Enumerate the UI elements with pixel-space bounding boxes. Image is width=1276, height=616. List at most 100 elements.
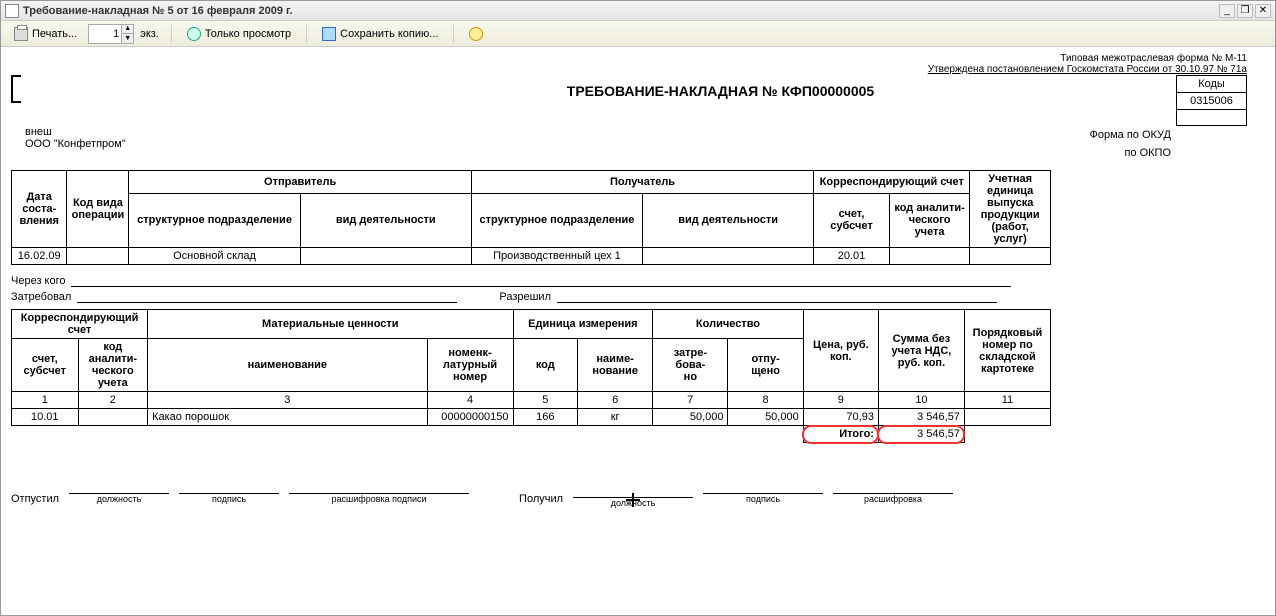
okpo-label: по ОКПО [1090,144,1172,162]
allowed-line [557,302,997,303]
cell-opcode [67,248,129,265]
footer-signatures: Отпустил должность подпись расшифровка п… [11,493,1247,508]
cursor-cross-icon [626,493,640,507]
spinner-buttons[interactable]: ▲ ▼ [121,25,133,43]
cell-receiver-act [643,248,814,265]
copies-spinner[interactable]: ▲ ▼ [88,24,134,44]
total-sum: 3 546,57 [878,426,964,443]
document-viewport[interactable]: Типовая межотраслевая форма № М-11 Утвер… [1,47,1275,615]
item-anal [78,409,148,426]
th-receiver: Получатель [471,171,813,194]
print-icon [14,27,28,41]
item-acct: 10.01 [12,409,79,426]
document: Типовая межотраслевая форма № М-11 Утвер… [11,53,1247,508]
item-code: 166 [513,409,577,426]
th-receiver-act: вид деятельности [643,193,814,247]
print-button[interactable]: Печать... [7,24,84,44]
spinner-down[interactable]: ▼ [121,34,133,43]
requested-label: Затребовал [11,291,71,303]
released-decipher-sub: расшифровка подписи [332,494,427,504]
eye-icon [187,27,201,41]
copies-input[interactable] [89,28,121,40]
released-role-sub: должность [97,494,142,504]
ith-unit: Единица измерения [513,310,653,339]
th-sender-act: вид деятельности [300,193,471,247]
item-nomen: 00000000150 [427,409,513,426]
app-window: Требование-накладная № 5 от 16 февраля 2… [0,0,1276,616]
org-name: ООО "Конфетпром" [25,138,126,150]
th-corr: Корреспондирующий счет [814,171,970,194]
released-label: Отпустил [11,493,59,505]
col-number-row: 1 2 3 4 5 6 7 8 9 10 11 [12,392,1051,409]
okpo-value [1177,110,1247,126]
ith-rel: отпу- щено [728,339,803,392]
save-copy-button[interactable]: Сохранить копию... [315,24,445,44]
ith-corr: Корреспондирующий счет [12,310,148,339]
cell-date: 16.02.09 [12,248,67,265]
item-req: 50,000 [653,409,728,426]
cell-acct: 20.01 [814,248,890,265]
allowed-label: Разрешил [499,291,551,303]
ith-anal: код аналити- ческого учета [78,339,148,392]
ith-name: наименование [148,339,427,392]
close-button[interactable]: ✕ [1255,4,1271,18]
view-only-label: Только просмотр [205,28,291,40]
okud-label: Форма по ОКУД [1090,126,1172,144]
item-row: 10.01 Какао порошок 00000000150 166 кг 5… [12,409,1051,426]
ith-sum: Сумма без учета НДС, руб. коп. [878,310,964,392]
header-table-row: 16.02.09 Основной склад Производственный… [12,248,1051,265]
toolbar: Печать... ▲ ▼ экз. Только просмотр Сохра… [1,21,1275,47]
approved-line: Утверждена постановлением Госкомстата Ро… [11,64,1247,75]
th-acct: счет, субсчет [814,193,890,247]
form-type-line: Типовая межотраслевая форма № М-11 [11,53,1247,64]
items-table: Корреспондирующий счет Материальные ценн… [11,309,1051,443]
header-table: Дата соста- вления Код вида операции Отп… [11,170,1051,265]
okud-value: 0315006 [1177,93,1247,110]
received-decipher-sub: расшифровка [864,494,922,504]
released-sign-sub: подпись [212,494,246,504]
ith-material: Материальные ценности [148,310,513,339]
codes-block: Коды 0315006 [1176,75,1247,126]
item-ord [964,409,1050,426]
cell-anal [889,248,970,265]
cell-sender-act [300,248,471,265]
maximize-button[interactable]: ❐ [1237,4,1253,18]
minimize-button[interactable]: _ [1219,4,1235,18]
spinner-up[interactable]: ▲ [121,25,133,34]
th-sender-struct: структурное подразделение [129,193,300,247]
th-date: Дата соста- вления [12,171,67,248]
view-only-button[interactable]: Только просмотр [180,24,298,44]
cell-unit [970,248,1051,265]
requested-line [77,302,457,303]
toolbar-separator-3 [453,25,454,43]
request-lines: Через кого Затребовал Разрешил [11,275,1247,303]
total-row: Итого: 3 546,57 [12,426,1051,443]
ith-qty: Количество [653,310,803,339]
ith-ord: Порядковый номер по складской картотеке [964,310,1050,392]
through-label: Через кого [11,275,65,287]
help-button[interactable] [462,24,490,44]
ith-req: затре- бова- но [653,339,728,392]
window-title: Требование-накладная № 5 от 16 февраля 2… [23,5,1217,17]
th-opcode: Код вида операции [67,171,129,248]
through-line [71,286,1011,287]
received-label: Получил [519,493,563,505]
item-price: 70,93 [803,409,878,426]
toolbar-separator [171,25,172,43]
item-sum: 3 546,57 [878,409,964,426]
ith-code: код [513,339,577,392]
item-unitname: кг [578,409,653,426]
save-copy-label: Сохранить копию... [340,28,438,40]
cell-receiver-struct: Производственный цех 1 [471,248,642,265]
document-title: ТРЕБОВАНИЕ-НАКЛАДНАЯ № КФП00000005 [567,83,874,99]
total-label: Итого: [803,426,878,443]
ith-price: Цена, руб. коп. [803,310,878,392]
print-label: Печать... [32,28,77,40]
ith-acct: счет, субсчет [12,339,79,392]
cell-sender-struct: Основной склад [129,248,300,265]
th-unit: Учетная единица выпуска продукции (работ… [970,171,1051,248]
save-icon [322,27,336,41]
titlebar: Требование-накладная № 5 от 16 февраля 2… [1,1,1275,21]
item-rel: 50,000 [728,409,803,426]
th-anal: код аналити- ческого учета [889,193,970,247]
